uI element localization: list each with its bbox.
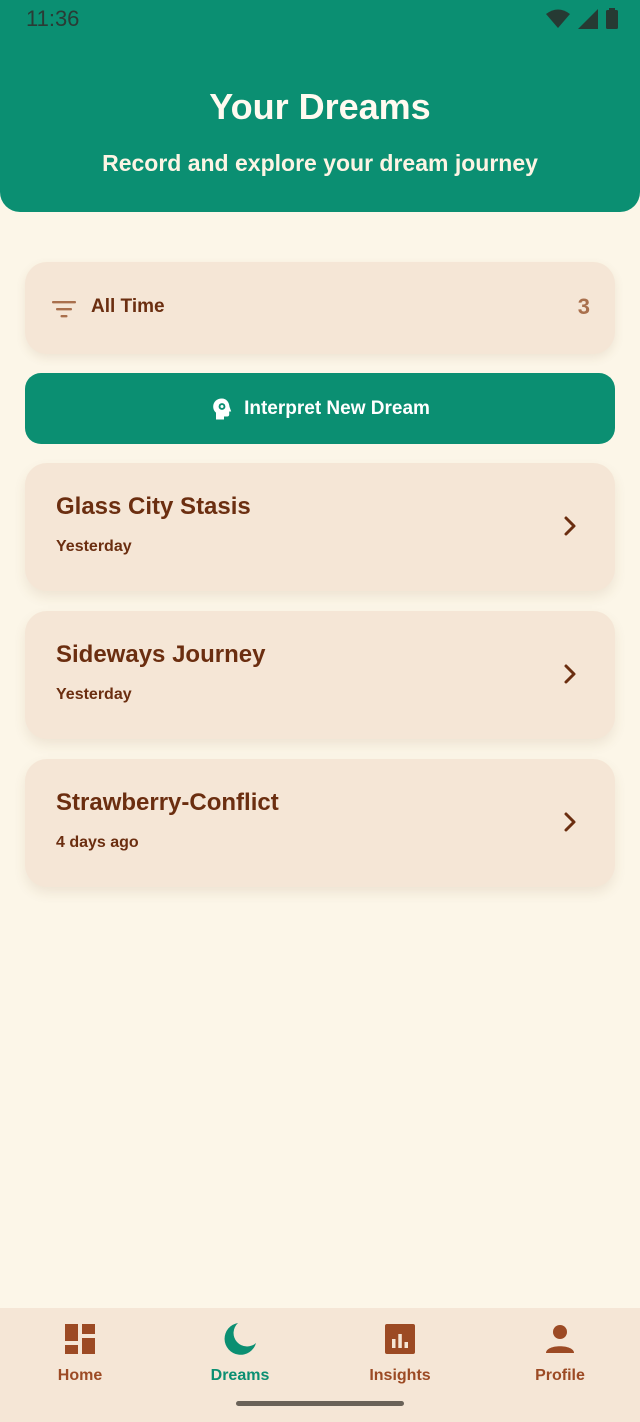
dream-title: Glass City Stasis — [56, 493, 251, 520]
dashboard-icon — [65, 1324, 95, 1354]
filter-icon — [52, 301, 76, 318]
chevron-right-icon — [564, 516, 576, 536]
dream-title: Strawberry-Conflict — [56, 789, 279, 816]
nav-profile[interactable]: Profile — [480, 1308, 640, 1408]
dream-date: 4 days ago — [56, 834, 139, 851]
dream-date: Yesterday — [56, 538, 132, 555]
wifi-icon — [546, 9, 570, 28]
interpret-new-dream-button[interactable]: Interpret New Dream — [25, 373, 615, 444]
psychology-icon — [213, 398, 232, 419]
page-title: Your Dreams — [209, 86, 431, 127]
dream-title: Sideways Journey — [56, 641, 266, 668]
dream-date: Yesterday — [56, 686, 132, 703]
dream-card[interactable]: Glass City Stasis Yesterday — [25, 463, 615, 591]
person-icon — [546, 1325, 574, 1353]
filter-label: All Time — [91, 296, 165, 317]
nav-label: Dreams — [210, 1367, 270, 1384]
battery-icon — [606, 8, 618, 29]
nav-label: Insights — [369, 1367, 431, 1384]
chevron-right-icon — [564, 664, 576, 684]
chevron-right-icon — [564, 812, 576, 832]
dream-card[interactable]: Strawberry-Conflict 4 days ago — [25, 759, 615, 887]
nav-home[interactable]: Home — [0, 1308, 160, 1408]
status-icons — [546, 8, 618, 29]
header: 11:36 Your Dreams Record and explore you… — [0, 0, 640, 212]
moon-icon — [224, 1323, 256, 1355]
interpret-button-label: Interpret New Dream — [244, 397, 430, 419]
nav-label: Profile — [535, 1367, 585, 1384]
page-subtitle: Record and explore your dream journey — [102, 150, 538, 176]
nav-label: Home — [57, 1367, 103, 1384]
nav-insights[interactable]: Insights — [320, 1308, 480, 1408]
dream-count: 3 — [577, 294, 590, 319]
chart-icon — [385, 1324, 415, 1354]
home-indicator[interactable] — [236, 1401, 404, 1406]
dream-card[interactable]: Sideways Journey Yesterday — [25, 611, 615, 739]
signal-icon — [578, 8, 598, 29]
status-time: 11:36 — [26, 6, 80, 31]
nav-dreams[interactable]: Dreams — [160, 1308, 320, 1408]
